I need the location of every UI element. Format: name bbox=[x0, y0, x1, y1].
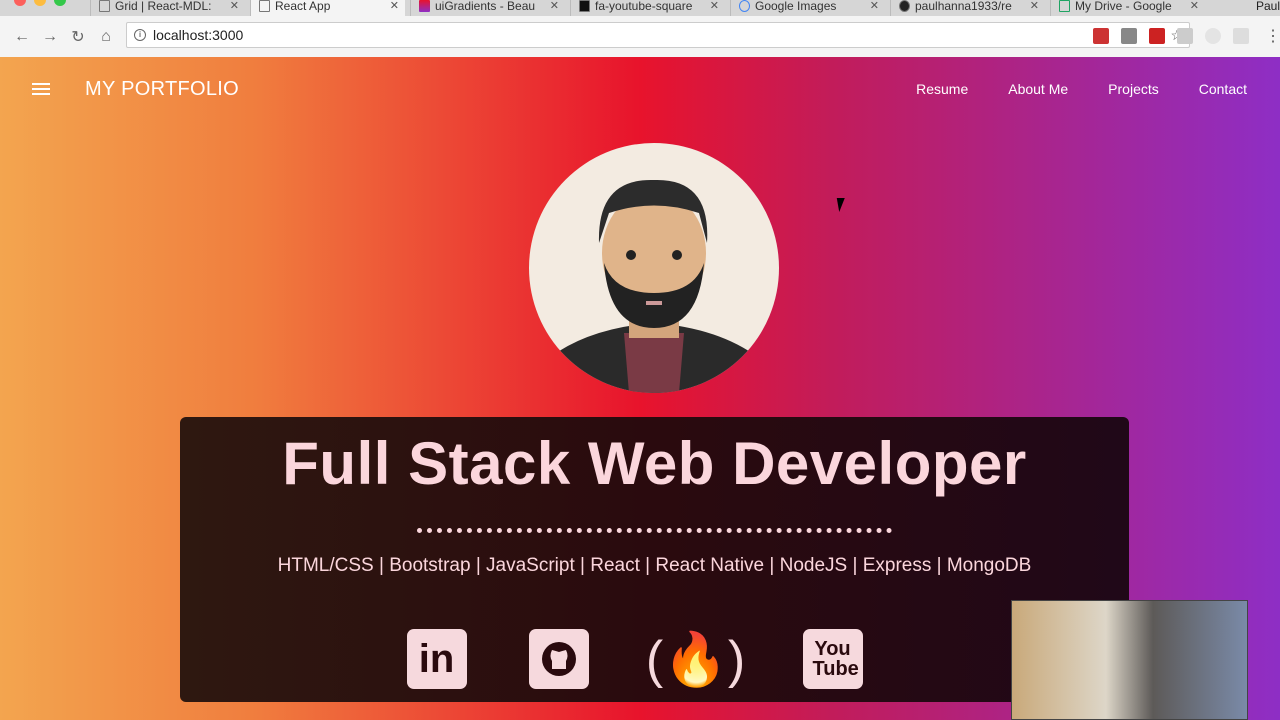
profile-button[interactable]: Paul bbox=[1248, 0, 1280, 16]
close-tab-icon[interactable]: ✕ bbox=[710, 0, 719, 12]
home-icon[interactable]: ⌂ bbox=[92, 28, 120, 46]
page-icon bbox=[259, 0, 270, 12]
minimize-window-button[interactable] bbox=[34, 0, 46, 6]
info-icon[interactable]: i bbox=[134, 29, 146, 41]
webcam-overlay bbox=[1011, 600, 1248, 720]
youtube-icon: You Tube bbox=[812, 638, 859, 680]
tab-github[interactable]: paulhanna1933/re ✕ bbox=[890, 0, 1045, 16]
freecodecamp-link[interactable]: (🔥) bbox=[646, 629, 745, 689]
hamburger-menu-icon[interactable] bbox=[32, 80, 50, 98]
social-links: in (🔥) You Tube bbox=[180, 629, 1129, 689]
close-window-button[interactable] bbox=[14, 0, 26, 6]
google-icon bbox=[739, 0, 750, 12]
maximize-window-button[interactable] bbox=[54, 0, 66, 6]
linkedin-link[interactable]: in bbox=[406, 629, 467, 689]
close-tab-icon[interactable]: ✕ bbox=[1030, 0, 1039, 12]
url-bar[interactable]: ilocalhost:3000☆ bbox=[126, 22, 1190, 48]
drive-icon bbox=[1059, 0, 1070, 12]
uigradients-icon bbox=[419, 0, 430, 12]
dotted-divider bbox=[417, 528, 892, 533]
extension-icon[interactable] bbox=[1149, 28, 1165, 44]
linkedin-icon: in bbox=[418, 636, 455, 681]
github-link[interactable] bbox=[528, 629, 589, 689]
avatar bbox=[529, 143, 779, 393]
tab-google-images[interactable]: Google Images ✕ bbox=[730, 0, 885, 16]
address-toolbar: ← → ↻ ⌂ ilocalhost:3000☆ ⋮ bbox=[0, 16, 1280, 58]
extension-icon[interactable] bbox=[1093, 28, 1109, 44]
extension-icon[interactable] bbox=[1121, 28, 1137, 44]
extension-icon[interactable] bbox=[1233, 28, 1249, 44]
nav-resume[interactable]: Resume bbox=[916, 81, 968, 97]
tab-react-app[interactable]: React App ✕ bbox=[250, 0, 405, 16]
tab-google-drive[interactable]: My Drive - Google ✕ bbox=[1050, 0, 1205, 16]
fontawesome-icon bbox=[579, 0, 590, 12]
forward-icon[interactable]: → bbox=[36, 28, 64, 46]
tab-fa-youtube[interactable]: fa-youtube-square ✕ bbox=[570, 0, 725, 16]
back-icon[interactable]: ← bbox=[8, 28, 36, 46]
window-controls bbox=[14, 0, 66, 6]
header: MY PORTFOLIO Resume About Me Projects Co… bbox=[0, 57, 1280, 121]
freecodecamp-icon: (🔥) bbox=[645, 630, 746, 689]
site-title[interactable]: MY PORTFOLIO bbox=[85, 78, 239, 101]
nav-projects[interactable]: Projects bbox=[1108, 81, 1159, 97]
github-icon bbox=[541, 642, 576, 676]
extension-icon[interactable] bbox=[1177, 28, 1193, 44]
hero-banner: Full Stack Web Developer HTML/CSS | Boot… bbox=[180, 417, 1129, 702]
close-tab-icon[interactable]: ✕ bbox=[390, 0, 399, 12]
nav-contact[interactable]: Contact bbox=[1199, 81, 1247, 97]
close-tab-icon[interactable]: ✕ bbox=[1190, 0, 1199, 12]
github-icon bbox=[899, 0, 910, 12]
youtube-link[interactable]: You Tube bbox=[802, 629, 863, 689]
main-nav: Resume About Me Projects Contact bbox=[916, 81, 1247, 97]
developer-avatar-icon bbox=[549, 179, 759, 393]
tab-uigradients[interactable]: uiGradients - Beau ✕ bbox=[410, 0, 565, 16]
close-tab-icon[interactable]: ✕ bbox=[550, 0, 559, 12]
close-tab-icon[interactable]: ✕ bbox=[870, 0, 879, 12]
close-tab-icon[interactable]: ✕ bbox=[230, 0, 239, 12]
tab-grid[interactable]: Grid | React-MDL: ✕ bbox=[90, 0, 245, 16]
page-icon bbox=[99, 0, 110, 12]
extension-icon[interactable] bbox=[1205, 28, 1221, 44]
hero-heading: Full Stack Web Developer bbox=[282, 430, 1027, 497]
skills-list: HTML/CSS | Bootstrap | JavaScript | Reac… bbox=[277, 555, 1032, 576]
browser-menu-icon[interactable]: ⋮ bbox=[1265, 26, 1280, 46]
tab-bar: Grid | React-MDL: ✕ React App ✕ uiGradient… bbox=[0, 0, 1280, 16]
nav-about-me[interactable]: About Me bbox=[1008, 81, 1068, 97]
reload-icon[interactable]: ↻ bbox=[64, 27, 92, 47]
